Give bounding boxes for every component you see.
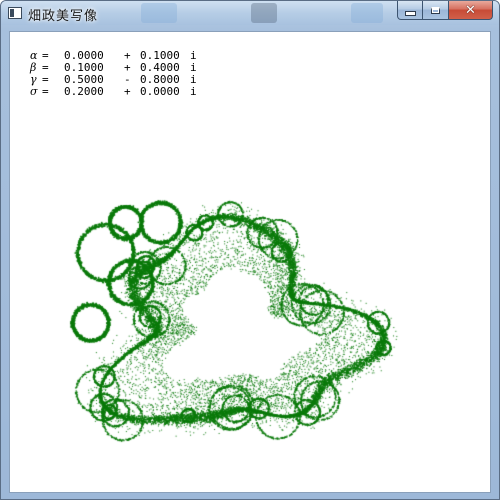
caption-buttons: ✕ [397, 1, 493, 21]
parameter-list: α = 0.0000 + 0.1000 i β = 0.1000 + 0.400… [30, 50, 200, 98]
parameter-equals: = [42, 85, 49, 98]
title-bar[interactable]: 畑政美写像 ✕ [1, 1, 499, 25]
parameter-symbol: σ [30, 85, 38, 98]
close-icon: ✕ [465, 2, 476, 18]
window-title: 畑政美写像 [28, 9, 99, 24]
minimize-button[interactable] [397, 1, 423, 20]
parameter-real: 0.2000 [64, 85, 104, 98]
maximize-button[interactable] [423, 1, 449, 20]
app-window: 畑政美写像 ✕ α = 0.0000 + 0.1000 i β = 0.1000… [0, 0, 500, 500]
drawing-canvas: α = 0.0000 + 0.1000 i β = 0.1000 + 0.400… [9, 31, 491, 493]
parameter-sign: + [124, 85, 131, 98]
titlebar-glass-reflection [351, 3, 383, 23]
parameter-row-sigma: σ = 0.2000 + 0.0000 i [30, 86, 200, 98]
close-button[interactable]: ✕ [449, 1, 493, 20]
fractal-plot [10, 32, 490, 492]
app-window-icon[interactable] [8, 7, 22, 19]
minimize-icon [404, 10, 416, 16]
parameter-imag: 0.0000 [140, 85, 180, 98]
maximize-icon [431, 6, 440, 14]
titlebar-glass-reflection [141, 3, 177, 23]
parameter-unit: i [190, 85, 197, 98]
titlebar-glass-reflection [251, 3, 277, 23]
